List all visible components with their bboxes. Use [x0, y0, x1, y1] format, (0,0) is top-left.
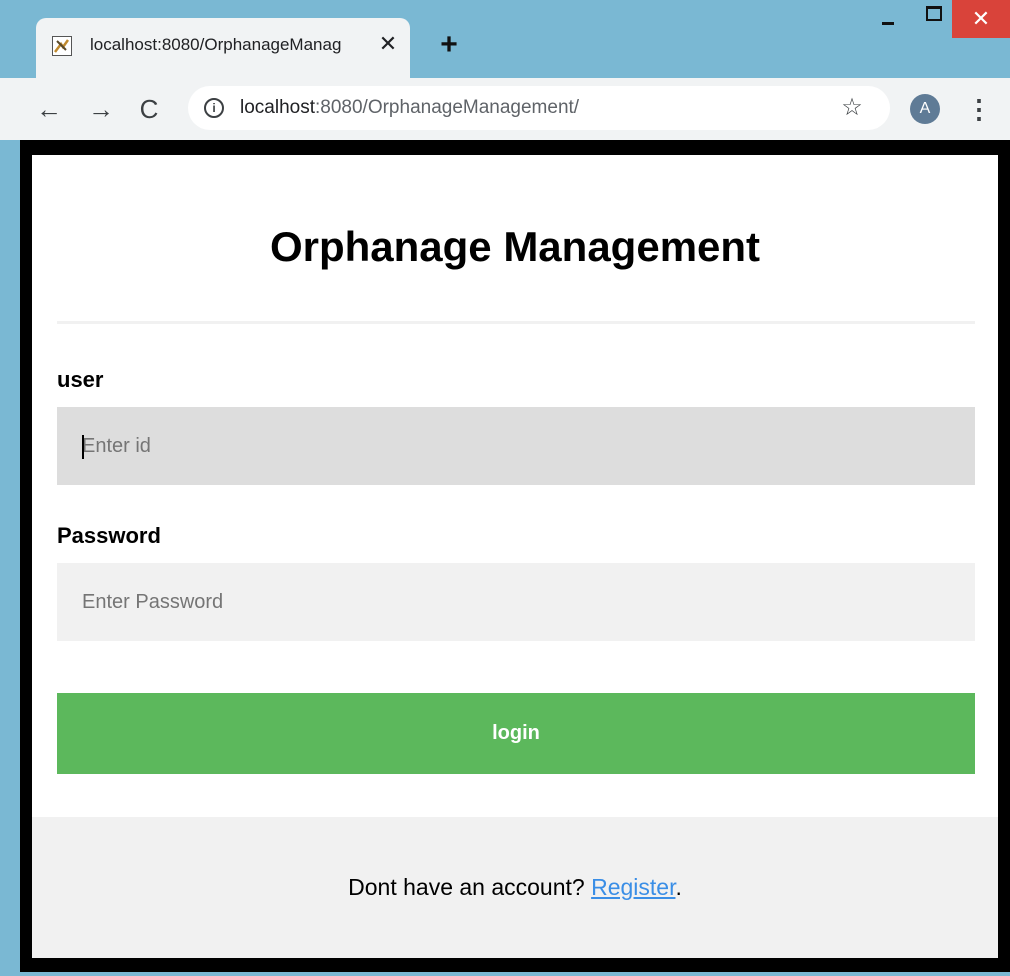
- menu-dots-icon[interactable]: ⋮: [966, 92, 992, 126]
- footer-suffix: .: [675, 874, 682, 900]
- close-window-button[interactable]: ✕: [952, 0, 1010, 38]
- reload-icon[interactable]: C: [132, 92, 166, 126]
- password-input[interactable]: [57, 563, 975, 641]
- browser-tab[interactable]: localhost:8080/OrphanageManag ✕: [36, 18, 410, 78]
- browser-toolbar: ← → C i localhost:8080/OrphanageManageme…: [0, 78, 1010, 140]
- page-title: Orphanage Management: [269, 223, 761, 270]
- url-host: localhost: [240, 97, 315, 118]
- favicon-icon: [52, 36, 72, 56]
- url-text[interactable]: localhost:8080/OrphanageManagement/: [240, 97, 579, 119]
- info-icon[interactable]: i: [204, 98, 224, 118]
- back-arrow-icon[interactable]: ←: [32, 92, 66, 126]
- divider: [57, 321, 975, 324]
- user-label: user: [57, 367, 104, 392]
- tab-title: localhost:8080/OrphanageManag: [90, 35, 342, 54]
- password-label: Password: [57, 523, 161, 548]
- footer: Dont have an account? Register.: [32, 817, 998, 958]
- profile-avatar[interactable]: A: [910, 94, 940, 124]
- login-page: Orphanage Management user Password login…: [32, 155, 998, 958]
- minimize-button[interactable]: [868, 0, 908, 36]
- tab-close-icon[interactable]: ✕: [374, 30, 402, 58]
- new-tab-button[interactable]: +: [434, 30, 464, 60]
- maximize-button[interactable]: [912, 0, 952, 36]
- login-button[interactable]: login: [57, 693, 975, 774]
- address-bar[interactable]: i localhost:8080/OrphanageManagement/ ☆: [188, 86, 890, 130]
- browser-title-bar: localhost:8080/OrphanageManag ✕ + ✕: [0, 0, 1010, 78]
- forward-arrow-icon[interactable]: →: [84, 92, 118, 126]
- footer-text: Dont have an account? Register.: [32, 874, 998, 901]
- user-id-input[interactable]: [57, 407, 975, 485]
- register-link[interactable]: Register: [591, 874, 675, 900]
- footer-prefix: Dont have an account?: [348, 874, 592, 900]
- url-path: :8080/OrphanageManagement/: [315, 97, 580, 118]
- bookmark-star-icon[interactable]: ☆: [836, 92, 868, 124]
- text-caret: [82, 435, 84, 459]
